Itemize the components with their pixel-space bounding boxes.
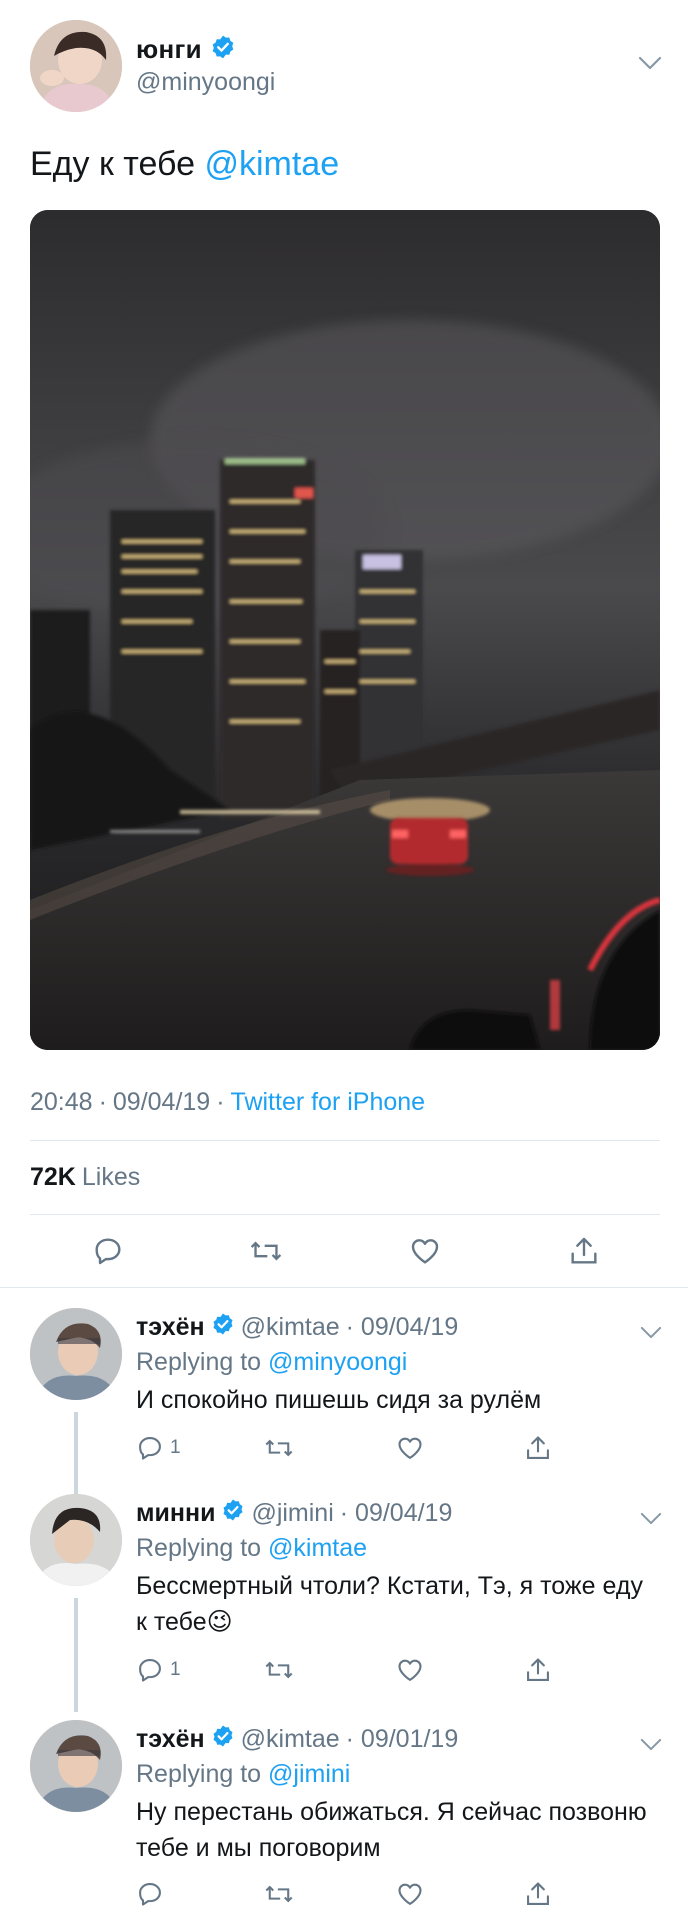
reply-author-name[interactable]: тэхён bbox=[136, 1725, 205, 1754]
retweet-button[interactable] bbox=[264, 1650, 294, 1690]
reply-author-handle[interactable]: @kimtae bbox=[241, 1313, 340, 1342]
reply-text: Бессмертный чтоли? Кстати, Тэ, я тоже ед… bbox=[136, 1572, 643, 1636]
reply-tweet[interactable]: тэхён @kimtae · 09/04/19 Replying to @mi… bbox=[0, 1288, 688, 1474]
chevron-down-icon[interactable] bbox=[640, 1738, 662, 1756]
retweet-icon bbox=[265, 1885, 293, 1903]
chevron-down-icon[interactable] bbox=[638, 56, 662, 75]
reply-icon bbox=[139, 1883, 161, 1906]
author-name[interactable]: юнги bbox=[136, 34, 202, 65]
reply-header: минни @jimini · 09/04/19 bbox=[136, 1498, 452, 1529]
author-avatar[interactable] bbox=[30, 20, 122, 112]
retweet-button[interactable] bbox=[264, 1874, 294, 1914]
like-button[interactable] bbox=[403, 1229, 447, 1273]
replying-to-link[interactable]: @kimtae bbox=[268, 1534, 367, 1562]
chevron-down-icon[interactable] bbox=[640, 1512, 662, 1530]
tweet-time: 20:48 bbox=[30, 1088, 93, 1116]
share-icon bbox=[527, 1436, 549, 1459]
mention-link[interactable]: @kimtae bbox=[204, 145, 339, 183]
reply-icon bbox=[95, 1238, 121, 1265]
reply-actions bbox=[136, 1874, 596, 1914]
reply-author-handle[interactable]: @kimtae bbox=[241, 1725, 340, 1754]
replying-to-link[interactable]: @jimini bbox=[268, 1760, 350, 1788]
retweet-icon bbox=[265, 1661, 293, 1679]
share-button[interactable] bbox=[524, 1874, 552, 1914]
reply-date: · 09/04/19 bbox=[339, 1499, 453, 1527]
like-icon bbox=[398, 1437, 422, 1459]
reply-button[interactable] bbox=[136, 1874, 170, 1914]
tweet-text: Еду к тебе @kimtae bbox=[30, 142, 339, 186]
like-icon bbox=[398, 1883, 422, 1905]
reply-date: · 09/04/19 bbox=[345, 1313, 459, 1341]
reply-count: 1 bbox=[170, 1437, 181, 1458]
like-icon bbox=[398, 1659, 422, 1681]
tweet-media-photo[interactable] bbox=[30, 210, 660, 1050]
meta-separator: · bbox=[98, 1088, 107, 1116]
reply-header: тэхён @kimtae · 09/04/19 bbox=[136, 1312, 458, 1343]
verified-badge-icon bbox=[210, 34, 236, 65]
likes-row[interactable]: 72K Likes bbox=[30, 1163, 140, 1192]
tweet-source-link[interactable]: Twitter for iPhone bbox=[231, 1088, 426, 1116]
verified-badge-icon bbox=[221, 1498, 245, 1529]
reply-button[interactable]: 1 bbox=[136, 1428, 181, 1468]
replying-label: Replying to bbox=[136, 1760, 269, 1788]
replying-to: Replying to @jimini bbox=[136, 1760, 350, 1789]
meta-separator: · bbox=[216, 1088, 225, 1116]
reply-actions: 1 bbox=[136, 1650, 596, 1690]
tweet-date: 09/04/19 bbox=[112, 1088, 211, 1116]
verified-badge-icon bbox=[211, 1724, 235, 1755]
reply-text: Ну перестань обижаться. Я сейчас позвоню… bbox=[136, 1798, 647, 1862]
like-button[interactable] bbox=[396, 1874, 424, 1914]
reply-header: тэхён @kimtae · 09/01/19 bbox=[136, 1724, 458, 1755]
reply-text: И спокойно пишешь сидя за рулём bbox=[136, 1386, 542, 1414]
reply-author-name[interactable]: минни bbox=[136, 1499, 215, 1528]
reply-date: · 09/01/19 bbox=[345, 1725, 459, 1753]
likes-label: Likes bbox=[81, 1163, 141, 1191]
retweet-button[interactable] bbox=[244, 1229, 288, 1273]
reply-icon bbox=[139, 1437, 161, 1460]
share-icon bbox=[527, 1658, 549, 1681]
share-button[interactable] bbox=[524, 1650, 552, 1690]
reply-author-name[interactable]: тэхён bbox=[136, 1313, 205, 1342]
chevron-down-icon[interactable] bbox=[640, 1326, 662, 1344]
replying-to: Replying to @kimtae bbox=[136, 1534, 367, 1563]
replying-label: Replying to bbox=[136, 1348, 269, 1376]
reply-avatar[interactable] bbox=[30, 1494, 122, 1586]
share-button[interactable] bbox=[524, 1428, 552, 1468]
reply-avatar[interactable] bbox=[30, 1308, 122, 1400]
share-icon bbox=[527, 1882, 549, 1905]
retweet-icon bbox=[265, 1439, 293, 1457]
replying-label: Replying to bbox=[136, 1534, 269, 1562]
replying-to-link[interactable]: @minyoongi bbox=[268, 1348, 407, 1376]
reply-icon bbox=[139, 1659, 161, 1682]
likes-count: 72K bbox=[30, 1163, 76, 1191]
reply-button[interactable]: 1 bbox=[136, 1650, 181, 1690]
replying-to: Replying to @minyoongi bbox=[136, 1348, 407, 1377]
like-button[interactable] bbox=[396, 1428, 424, 1468]
author-handle[interactable]: @minyoongi bbox=[136, 68, 275, 97]
reply-tweet[interactable]: минни @jimini · 09/04/19 Replying to @ki… bbox=[0, 1474, 688, 1720]
like-button[interactable] bbox=[396, 1650, 424, 1690]
share-button[interactable] bbox=[562, 1229, 606, 1273]
reply-actions: 1 bbox=[136, 1428, 596, 1468]
main-tweet: юнги @minyoongi Еду к тебе @kimtae 20:48… bbox=[0, 0, 688, 1288]
tweet-meta: 20:48 · 09/04/19 · Twitter for iPhone bbox=[30, 1088, 425, 1117]
share-icon bbox=[571, 1237, 597, 1264]
divider bbox=[30, 1140, 660, 1141]
like-icon bbox=[411, 1239, 439, 1264]
reply-count: 1 bbox=[170, 1659, 181, 1680]
reply-avatar[interactable] bbox=[30, 1720, 122, 1812]
retweet-button[interactable] bbox=[264, 1428, 294, 1468]
reply-tweet[interactable]: тэхён @kimtae · 09/01/19 Replying to @ji… bbox=[0, 1700, 688, 1920]
reply-button[interactable] bbox=[86, 1229, 130, 1273]
reply-author-handle[interactable]: @jimini bbox=[251, 1499, 333, 1528]
retweet-icon bbox=[250, 1241, 282, 1261]
divider bbox=[30, 1214, 660, 1215]
tweet-text-body: Еду к тебе bbox=[30, 145, 205, 183]
verified-badge-icon bbox=[211, 1312, 235, 1343]
author-name-row: юнги bbox=[136, 34, 236, 65]
